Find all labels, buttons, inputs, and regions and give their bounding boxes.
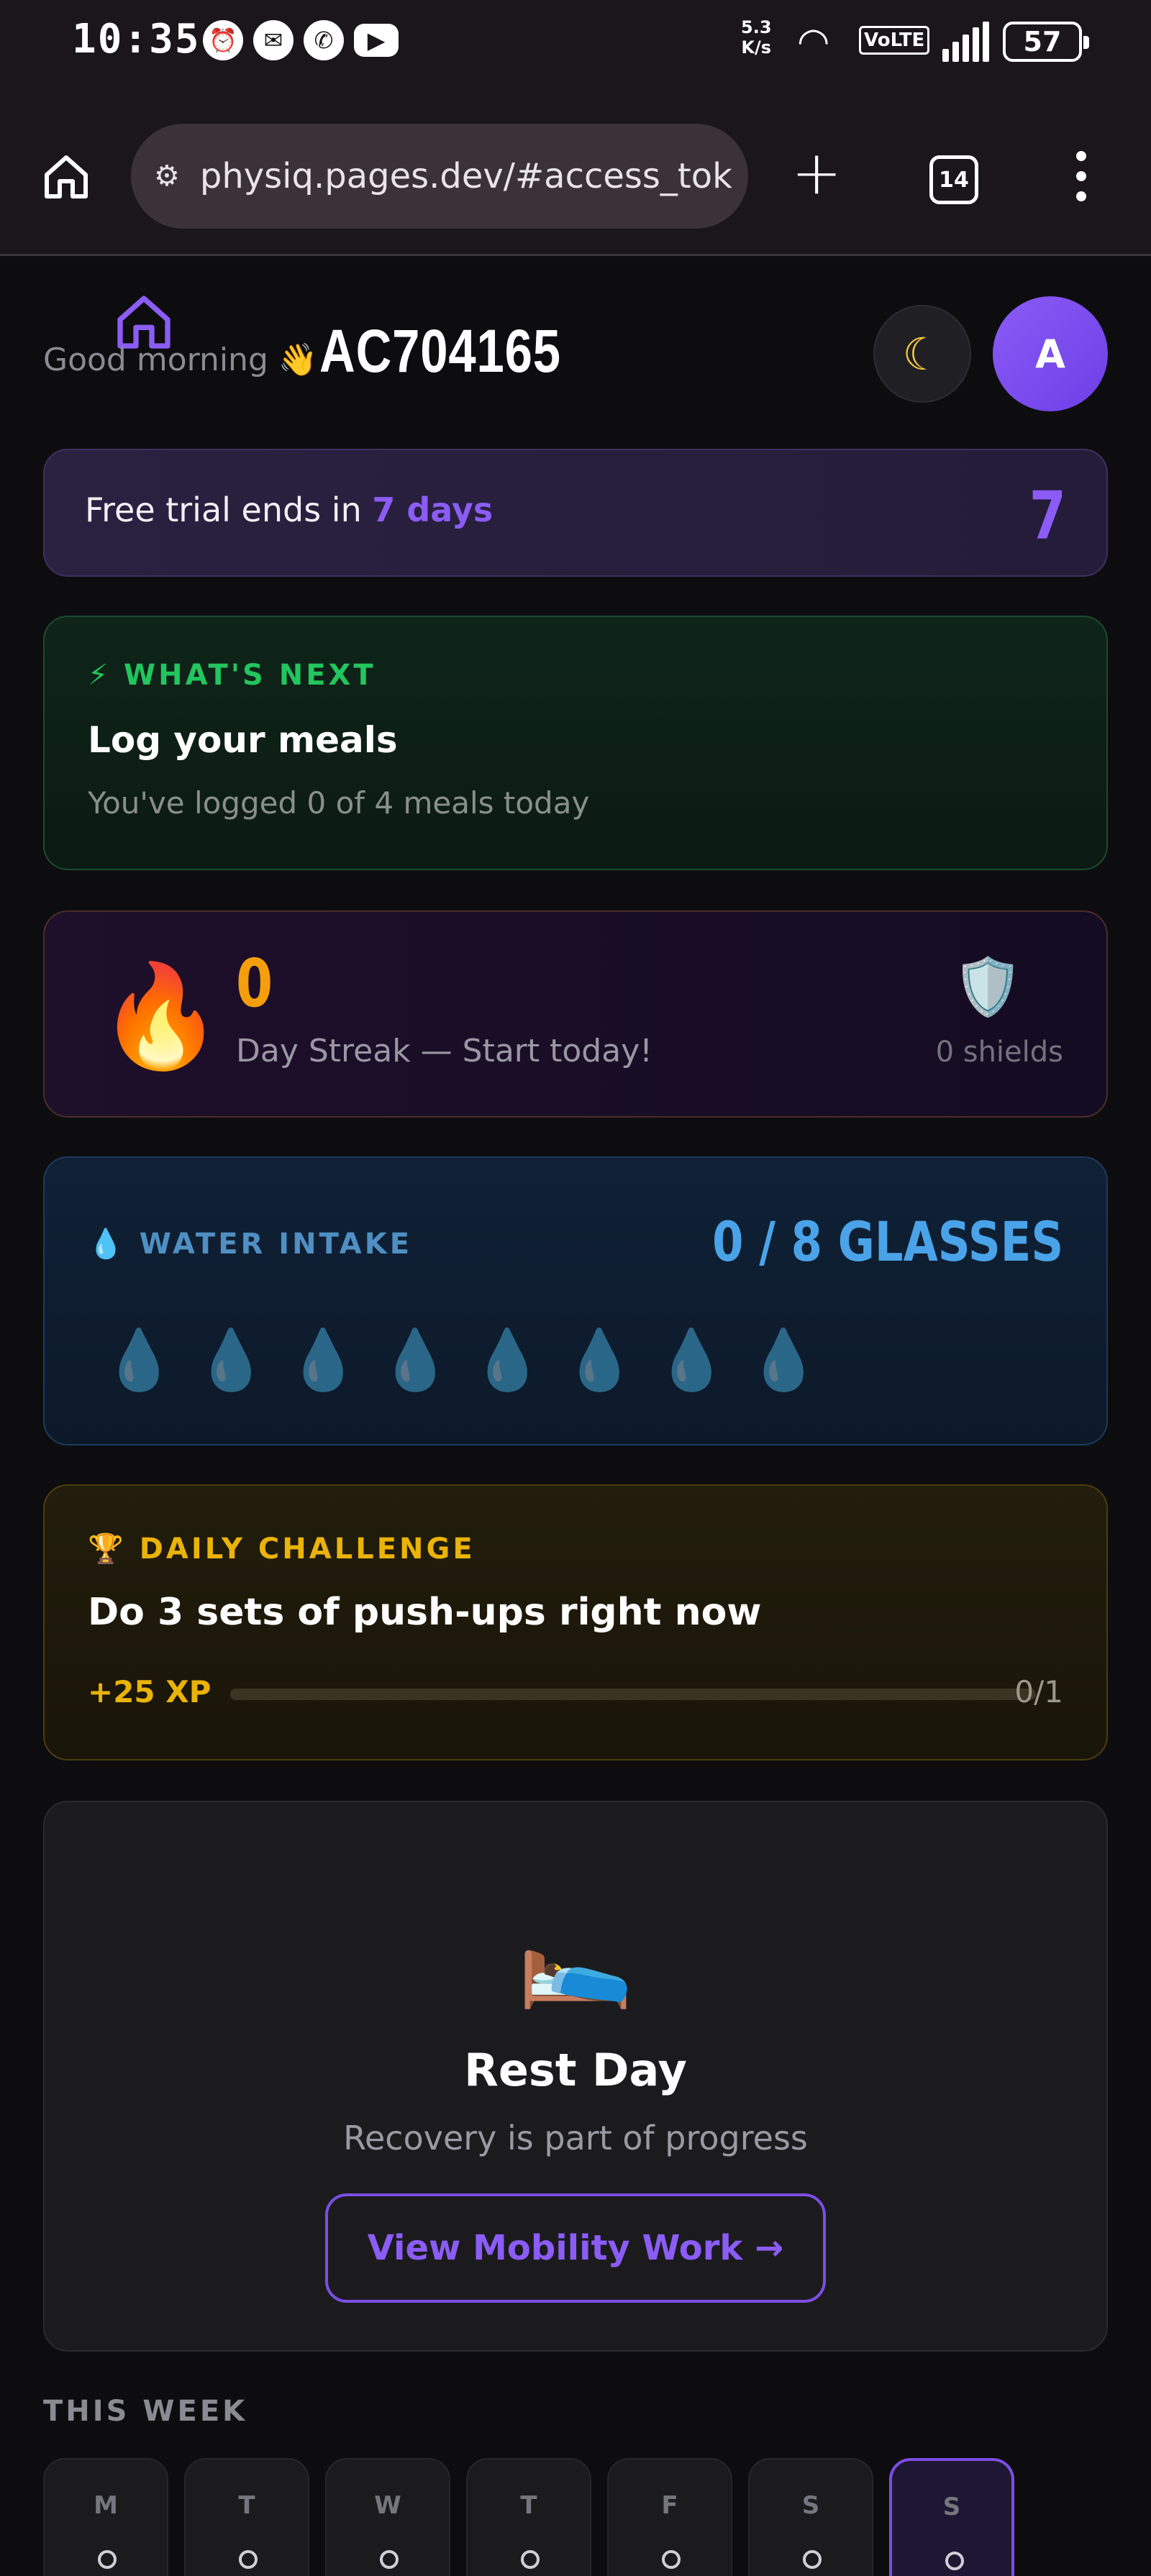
youtube-icon: ▶ [354, 24, 399, 57]
day-letter: S [942, 2493, 961, 2521]
greeting-text: Good morning 👋 [43, 342, 318, 378]
water-drop-icon[interactable]: 💧 [470, 1325, 544, 1397]
trial-prefix: Free trial ends in [85, 490, 373, 529]
challenge-progress-bar [230, 1689, 1036, 1700]
water-drop-icon[interactable]: 💧 [194, 1325, 268, 1397]
water-drop-icon[interactable]: 💧 [563, 1325, 636, 1397]
shield-icon: 🛡️ [952, 955, 1023, 1020]
challenge-title: Do 3 sets of push-ups right now [88, 1591, 762, 1634]
day-letter: S [801, 2491, 820, 2520]
water-intake-card: 💧 WATER INTAKE 0 / 8 GLASSES 💧 💧 💧 💧 💧 💧… [43, 1156, 1108, 1445]
trial-banner[interactable]: Free trial ends in 7 days 7 [43, 449, 1108, 577]
username: AC704165 [319, 317, 561, 385]
day-status-dot [521, 2550, 540, 2569]
volte-badge: VoLTE [859, 26, 930, 55]
water-drop-icon[interactable]: 💧 [286, 1325, 360, 1397]
status-bar: 10:35 ⏰ ✉ ✆ ▶ 5.3 K/s ◠ VoLTE 57 [0, 0, 1151, 86]
avatar[interactable]: A [993, 296, 1108, 411]
whats-next-card[interactable]: ⚡ WHAT'S NEXT Log your meals You've logg… [43, 616, 1108, 870]
moon-icon[interactable]: ☾ [873, 305, 971, 403]
streak-card: 🔥 0 Day Streak — Start today! 🛡️ 0 shiel… [43, 910, 1108, 1118]
trial-text: Free trial ends in 7 days [85, 490, 493, 529]
rest-day-title: Rest Day [464, 2044, 687, 2096]
whats-next-label: ⚡ WHAT'S NEXT [88, 659, 376, 692]
water-drop-icon[interactable]: 💧 [102, 1325, 176, 1397]
trial-days: 7 days [372, 490, 493, 529]
day-letter: W [374, 2491, 401, 2520]
net-speed-unit: K/s [741, 37, 772, 58]
whats-next-title: Log your meals [88, 719, 398, 761]
messenger-icon: ✉ [253, 20, 294, 60]
day-cell-today[interactable]: S [889, 2458, 1014, 2576]
challenge-xp: +25 XP [88, 1674, 211, 1709]
flame-icon: 🔥 [98, 958, 224, 1075]
streak-count: 0 [236, 945, 273, 1022]
net-speed-value: 5.3 [741, 17, 772, 37]
whats-next-subtitle: You've logged 0 of 4 meals today [88, 785, 590, 821]
shield-count: 0 shields [935, 1036, 1063, 1069]
status-time: 10:35 [72, 16, 201, 63]
battery-level: 57 [1023, 26, 1062, 58]
browser-toolbar: ⚙ physiq.pages.dev/#access_tok + 14 [0, 86, 1151, 256]
water-label: 💧 WATER INTAKE [88, 1228, 413, 1261]
alarm-icon: ⏰ [203, 20, 243, 60]
week-strip: M T W T F S S [43, 2458, 1014, 2576]
whatsapp-icon: ✆ [304, 20, 344, 60]
rest-day-card: 🛌 Rest Day Recovery is part of progress … [43, 1801, 1108, 2352]
water-drop-icon[interactable]: 💧 [378, 1325, 452, 1397]
signal-icon [942, 22, 989, 62]
day-status-dot [239, 2550, 258, 2569]
notification-icons: ⏰ ✉ ✆ ▶ [203, 20, 399, 60]
challenge-progress-text: 0/1 [1014, 1674, 1063, 1709]
day-status-dot [380, 2550, 399, 2569]
address-bar[interactable]: ⚙ physiq.pages.dev/#access_tok [131, 124, 748, 229]
day-cell[interactable]: F [607, 2458, 732, 2576]
tab-switcher-button[interactable]: 14 [929, 155, 978, 204]
day-status-dot [98, 2550, 117, 2569]
streak-subtitle: Day Streak — Start today! [236, 1033, 652, 1069]
day-letter: T [520, 2491, 537, 2520]
browser-home-icon[interactable] [40, 151, 92, 203]
rest-day-subtitle: Recovery is part of progress [343, 2119, 808, 2157]
week-label: THIS WEEK [43, 2395, 248, 2428]
day-letter: T [238, 2491, 255, 2520]
net-speed: 5.3 K/s [741, 17, 772, 58]
new-tab-icon[interactable]: + [791, 142, 842, 203]
battery-icon: 57 [1003, 22, 1089, 62]
tab-count: 14 [939, 167, 969, 193]
day-cell[interactable]: S [748, 2458, 873, 2576]
water-drop-icon[interactable]: 💧 [655, 1325, 728, 1397]
site-settings-icon[interactable]: ⚙ [154, 160, 180, 193]
wifi-icon: ◠ [797, 20, 830, 63]
water-count: 0 / 8 GLASSES [711, 1210, 1063, 1274]
trial-days-number: 7 [1029, 478, 1066, 554]
day-cell[interactable]: T [184, 2458, 309, 2576]
day-cell[interactable]: T [466, 2458, 591, 2576]
day-cell[interactable]: M [43, 2458, 168, 2576]
url-text: physiq.pages.dev/#access_tok [199, 156, 732, 196]
bed-icon: 🛌 [517, 1903, 634, 2012]
water-glasses: 💧 💧 💧 💧 💧 💧 💧 💧 [102, 1325, 820, 1397]
day-letter: M [94, 2491, 118, 2520]
view-mobility-button[interactable]: View Mobility Work → [325, 2193, 826, 2303]
challenge-label: 🏆 DAILY CHALLENGE [88, 1533, 476, 1566]
day-status-dot [803, 2550, 822, 2569]
day-letter: F [661, 2491, 678, 2520]
day-cell[interactable]: W [325, 2458, 450, 2576]
water-drop-icon[interactable]: 💧 [747, 1325, 820, 1397]
daily-challenge-card[interactable]: 🏆 DAILY CHALLENGE Do 3 sets of push-ups … [43, 1484, 1108, 1760]
day-status-dot [945, 2552, 964, 2570]
day-status-dot [662, 2550, 681, 2569]
overflow-menu-icon[interactable] [1076, 151, 1086, 201]
